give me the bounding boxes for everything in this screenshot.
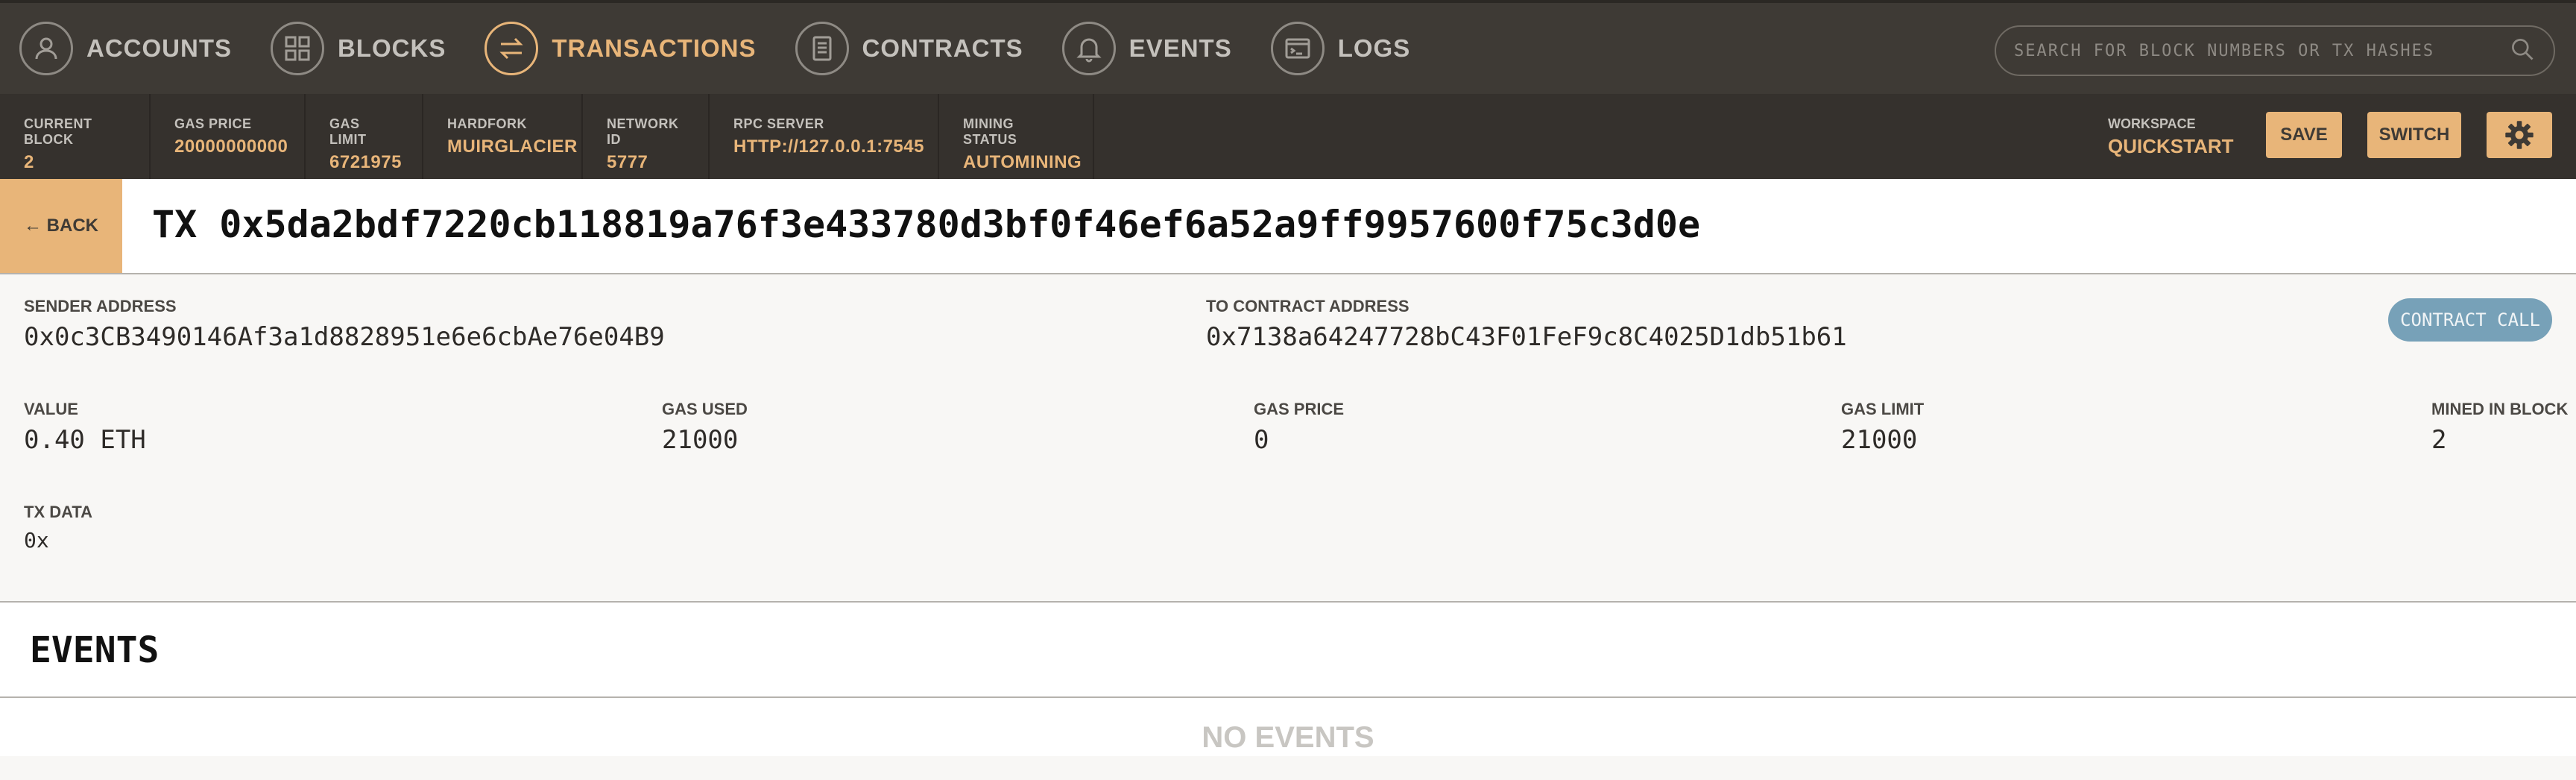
switch-button[interactable]: SWITCH xyxy=(2367,112,2461,158)
tx-gas-limit-value: 21000 xyxy=(1841,425,1918,455)
nav-logs-label: LOGS xyxy=(1337,34,1411,62)
gas-limit-value: 6721975 xyxy=(329,152,402,172)
value-field: VALUE 0.40 ETH xyxy=(24,400,146,455)
nav-transactions-label: TRANSACTIONS xyxy=(552,34,757,62)
gas-price-stat: GAS PRICE 20000000000 xyxy=(151,94,306,179)
grid-icon xyxy=(271,22,324,75)
mined-in-block-field: MINED IN BLOCK 2 xyxy=(2431,400,2568,455)
settings-button[interactable] xyxy=(2487,112,2552,158)
mining-status-label: MINING STATUS xyxy=(963,116,1017,147)
events-title: EVENTS xyxy=(30,629,160,671)
mining-status-stat: MINING STATUS AUTOMINING xyxy=(939,94,1094,179)
contract-call-badge: CONTRACT CALL xyxy=(2388,298,2552,342)
hardfork-label: HARDFORK xyxy=(447,116,527,131)
rpc-server-value: HTTP://127.0.0.1:7545 xyxy=(733,136,924,157)
terminal-icon xyxy=(1270,22,1325,75)
back-button[interactable]: ← BACK xyxy=(0,179,122,273)
current-block-value: 2 xyxy=(24,152,34,172)
tx-gas-price-field: GAS PRICE 0 xyxy=(1254,400,1344,455)
to-contract-address-value: 0x7138a64247728bC43F01FeF9c8C4025D1db51b… xyxy=(1206,322,1847,352)
workspace-value: QUICKSTART xyxy=(2108,135,2234,157)
events-section-header: EVENTS xyxy=(0,603,2576,698)
current-block-label: CURRENT BLOCK xyxy=(24,116,92,147)
mined-in-block-label: MINED IN BLOCK xyxy=(2431,400,2569,418)
tx-gas-price-value: 0 xyxy=(1254,425,1269,455)
tx-data-field: TX DATA 0x xyxy=(24,503,92,553)
nav-transactions[interactable]: TRANSACTIONS xyxy=(465,1,775,95)
value-value: 0.40 ETH xyxy=(24,425,146,455)
search-input[interactable] xyxy=(2014,41,2509,60)
no-events-label: NO EVENTS xyxy=(1202,721,1374,754)
search-icon[interactable] xyxy=(2509,36,2536,66)
page-title: TX 0x5da2bdf7220cb118819a76f3e433780d3bf… xyxy=(152,203,1701,246)
network-id-value: 5777 xyxy=(607,152,648,172)
gas-limit-label: GAS LIMIT xyxy=(329,116,367,147)
to-contract-address-label: TO CONTRACT ADDRESS xyxy=(1206,297,1409,315)
sender-address-label: SENDER ADDRESS xyxy=(24,297,177,315)
gas-used-label: GAS USED xyxy=(662,400,748,418)
transaction-header: ← BACK TX 0x5da2bdf7220cb118819a76f3e433… xyxy=(0,179,2576,274)
rpc-server-label: RPC SERVER xyxy=(733,116,824,131)
gas-used-field: GAS USED 21000 xyxy=(662,400,748,455)
hardfork-value: MUIRGLACIER xyxy=(447,136,578,157)
nav-events-label: EVENTS xyxy=(1128,34,1232,62)
gas-price-label: GAS PRICE xyxy=(174,116,252,131)
to-contract-address-field: TO CONTRACT ADDRESS 0x7138a64247728bC43F… xyxy=(1206,297,1847,352)
gas-used-value: 21000 xyxy=(662,425,739,455)
bell-icon xyxy=(1061,22,1116,75)
sender-address-value: 0x0c3CB3490146Af3a1d8828951e6e6cbAe76e04… xyxy=(24,322,665,352)
hardfork-stat: HARDFORK MUIRGLACIER xyxy=(423,94,583,179)
workspace-info: WORKSPACE QUICKSTART xyxy=(2108,116,2234,158)
rpc-server-stat: RPC SERVER HTTP://127.0.0.1:7545 xyxy=(710,94,939,179)
gear-icon xyxy=(2505,121,2534,149)
sender-address-field: SENDER ADDRESS 0x0c3CB3490146Af3a1d88289… xyxy=(24,297,665,352)
workspace-label: WORKSPACE xyxy=(2108,116,2196,131)
network-id-label: NETWORK ID xyxy=(607,116,679,147)
swap-arrows-icon xyxy=(484,22,539,75)
save-button[interactable]: SAVE xyxy=(2266,112,2342,158)
nav-blocks-label: BLOCKS xyxy=(338,34,446,62)
nav-accounts-label: ACCOUNTS xyxy=(86,34,232,62)
tx-gas-price-label: GAS PRICE xyxy=(1254,400,1345,418)
tx-gas-limit-field: GAS LIMIT 21000 xyxy=(1841,400,1924,455)
nav-contracts-label: CONTRACTS xyxy=(862,34,1023,62)
current-block-stat: CURRENT BLOCK 2 xyxy=(0,94,151,179)
transaction-details: SENDER ADDRESS 0x0c3CB3490146Af3a1d88289… xyxy=(0,274,2576,603)
nav-logs[interactable]: LOGS xyxy=(1251,1,1430,95)
user-icon xyxy=(19,22,73,75)
tx-gas-limit-label: GAS LIMIT xyxy=(1841,400,1925,418)
mined-in-block-value[interactable]: 2 xyxy=(2431,425,2568,455)
nav-accounts[interactable]: ACCOUNTS xyxy=(0,1,251,95)
events-empty-state: NO EVENTS xyxy=(0,698,2576,756)
nav-blocks[interactable]: BLOCKS xyxy=(251,1,465,95)
nav-events[interactable]: EVENTS xyxy=(1043,1,1251,95)
search-box xyxy=(1995,25,2555,76)
gas-price-value: 20000000000 xyxy=(174,136,288,157)
network-id-stat: NETWORK ID 5777 xyxy=(583,94,710,179)
value-label: VALUE xyxy=(24,400,78,418)
document-icon xyxy=(795,22,849,75)
gas-limit-stat: GAS LIMIT 6721975 xyxy=(306,94,423,179)
tx-data-label: TX DATA xyxy=(24,503,93,521)
tx-data-value: 0x xyxy=(24,528,49,553)
nav-contracts[interactable]: CONTRACTS xyxy=(776,1,1043,95)
top-navigation: ACCOUNTS BLOCKS TRANSACTIONS CONTRACTS E… xyxy=(0,0,2576,94)
status-bar: CURRENT BLOCK 2 GAS PRICE 20000000000 GA… xyxy=(0,94,2576,179)
mining-status-value: AUTOMINING xyxy=(963,152,1082,172)
